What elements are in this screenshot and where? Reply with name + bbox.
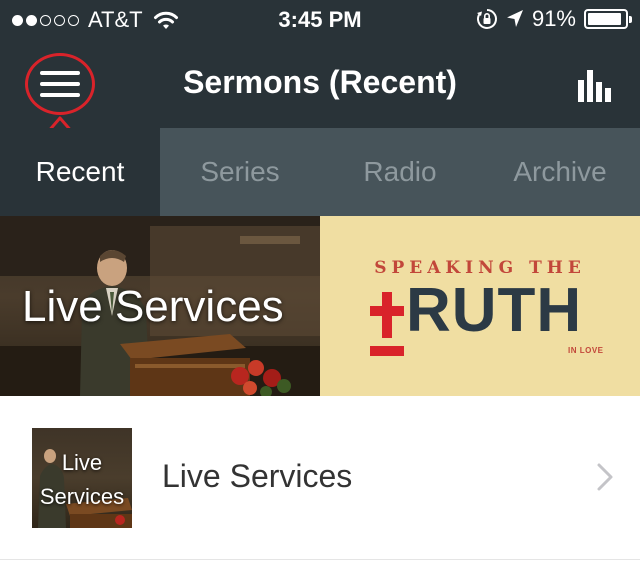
page-title: Sermons (Recent) [183,64,457,100]
tab-recent[interactable]: Recent [0,128,160,216]
list-item[interactable]: Live Services Live Services [0,396,640,560]
navigation-bar: Sermons (Recent) [0,40,640,164]
bar-chart-icon[interactable] [576,68,616,104]
status-right: 91% [476,6,632,32]
truth-banner-sub-line: IN LOVE [568,346,604,355]
truth-banner-top-line: SPEAKING THE [374,258,586,278]
cross-icon [370,292,404,356]
tab-radio[interactable]: Radio [320,128,480,216]
tab-archive[interactable]: Archive [480,128,640,216]
thumbnail-text: Live Services [32,446,132,514]
thumbnail-line-2: Services [39,484,125,509]
chevron-right-icon [597,463,613,491]
truth-banner-main-word: RUTH [406,276,583,345]
thumbnail-line-1: Live [61,450,103,475]
battery-percent: 91% [531,6,576,31]
battery-icon [584,9,632,29]
live-services-banner[interactable]: Live Services [0,216,320,396]
featured-banners: Live Services SPEAKING THE RUTH IN LOVE [0,216,640,396]
live-services-thumbnail: Live Services [32,428,132,528]
orientation-lock-icon [476,9,497,29]
location-icon [506,10,523,27]
speaking-the-truth-banner[interactable]: SPEAKING THE RUTH IN LOVE [320,216,640,396]
list-item-label: Live Services [162,458,353,494]
tab-series[interactable]: Series [160,128,320,216]
live-services-banner-text: Live Services [22,282,284,331]
app-header: AT&T 3:45 PM 91% Sermons (Recent) [0,0,640,164]
status-bar: AT&T 3:45 PM 91% [0,0,640,40]
segment-tabs: Recent Series Radio Archive [0,128,640,216]
